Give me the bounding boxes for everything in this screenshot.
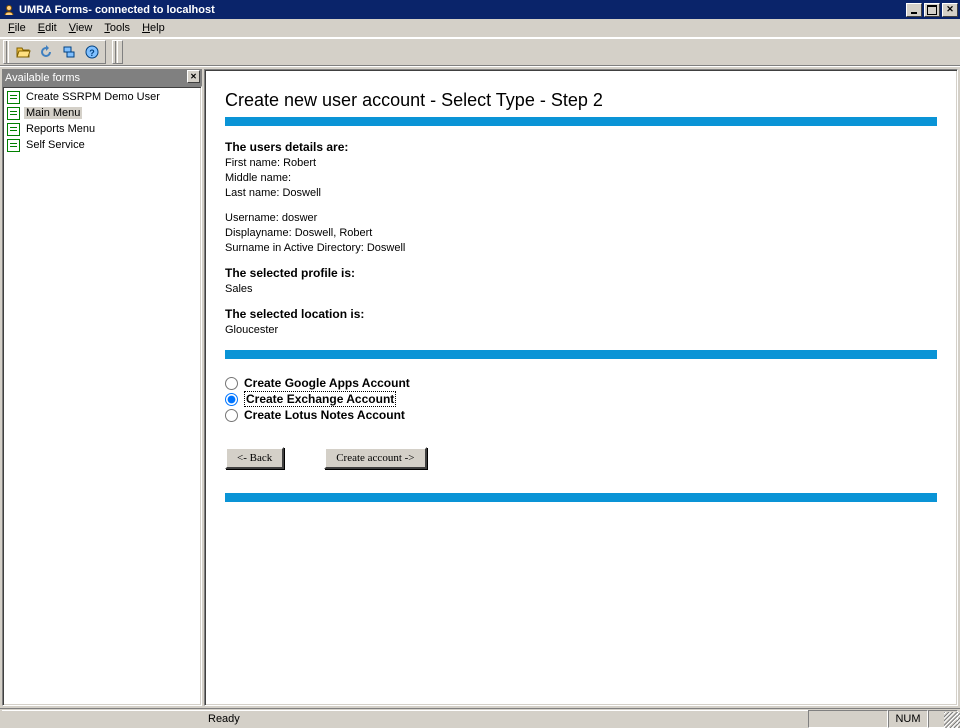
sidebar-title: Available forms — [5, 72, 80, 84]
sidebar-item-main-menu[interactable]: Main Menu — [5, 105, 199, 121]
divider-bar — [225, 493, 937, 502]
profile-value: Sales — [225, 282, 937, 297]
user-details-heading: The users details are: — [225, 140, 937, 154]
title-bar: UMRA Forms- connected to localhost ✕ — [0, 0, 960, 19]
back-button[interactable]: <- Back — [225, 447, 284, 469]
maximize-button[interactable] — [924, 3, 940, 17]
app-icon — [2, 3, 16, 17]
sidebar-close-icon[interactable]: ✕ — [187, 70, 200, 83]
sidebar-body: Create SSRPM Demo User Main Menu Reports… — [2, 86, 202, 706]
sidebar-item-create-ssrpm[interactable]: Create SSRPM Demo User — [5, 89, 199, 105]
radio-input[interactable] — [225, 409, 238, 422]
sidebar-panel: Available forms ✕ Create SSRPM Demo User… — [2, 69, 202, 706]
toolbar-help-icon[interactable]: ? — [80, 41, 103, 63]
radio-lotus-notes[interactable]: Create Lotus Notes Account — [225, 407, 937, 423]
svg-text:?: ? — [89, 48, 95, 58]
sidebar-item-self-service[interactable]: Self Service — [5, 137, 199, 153]
sidebar-item-reports-menu[interactable]: Reports Menu — [5, 121, 199, 137]
radio-exchange[interactable]: Create Exchange Account — [225, 391, 937, 407]
middle-name-line: Middle name: — [225, 171, 937, 186]
content-area: Create new user account - Select Type - … — [204, 69, 958, 706]
menu-view[interactable]: View — [63, 20, 99, 36]
radio-input[interactable] — [225, 377, 238, 390]
close-button[interactable]: ✕ — [942, 3, 958, 17]
menu-help[interactable]: Help — [136, 20, 171, 36]
divider-bar — [225, 350, 937, 359]
last-name-line: Last name: Doswell — [225, 186, 937, 201]
status-ready: Ready — [2, 710, 808, 728]
menu-file[interactable]: File — [2, 20, 32, 36]
menu-edit[interactable]: Edit — [32, 20, 63, 36]
username-line: Username: doswer — [225, 211, 937, 226]
menu-tools[interactable]: Tools — [98, 20, 136, 36]
status-bar: Ready NUM — [0, 708, 960, 728]
divider-bar — [225, 117, 937, 126]
form-icon — [7, 123, 20, 136]
main-area: Available forms ✕ Create SSRPM Demo User… — [0, 66, 960, 708]
form-icon — [7, 91, 20, 104]
resize-grip-icon[interactable] — [944, 712, 960, 728]
surname-ad-line: Surname in Active Directory: Doswell — [225, 241, 937, 256]
minimize-button[interactable] — [906, 3, 922, 17]
toolbar-open-icon[interactable] — [11, 41, 34, 63]
first-name-line: First name: Robert — [225, 156, 937, 171]
form-icon — [7, 139, 20, 152]
location-value: Gloucester — [225, 323, 937, 338]
create-account-button[interactable]: Create account -> — [324, 447, 426, 469]
profile-heading: The selected profile is: — [225, 266, 937, 280]
radio-google-apps[interactable]: Create Google Apps Account — [225, 375, 937, 391]
toolbar-refresh-icon[interactable] — [34, 41, 57, 63]
sidebar-header: Available forms ✕ — [2, 69, 202, 86]
status-empty — [808, 710, 888, 728]
status-num: NUM — [888, 710, 928, 728]
displayname-line: Displayname: Doswell, Robert — [225, 226, 937, 241]
page-heading: Create new user account - Select Type - … — [225, 90, 937, 111]
radio-input[interactable] — [225, 393, 238, 406]
toolbar-network-icon[interactable] — [57, 41, 80, 63]
toolbar: ? — [0, 38, 960, 66]
menu-bar: File Edit View Tools Help — [0, 19, 960, 38]
location-heading: The selected location is: — [225, 307, 937, 321]
window-title: UMRA Forms- connected to localhost — [19, 4, 904, 16]
form-icon — [7, 107, 20, 120]
